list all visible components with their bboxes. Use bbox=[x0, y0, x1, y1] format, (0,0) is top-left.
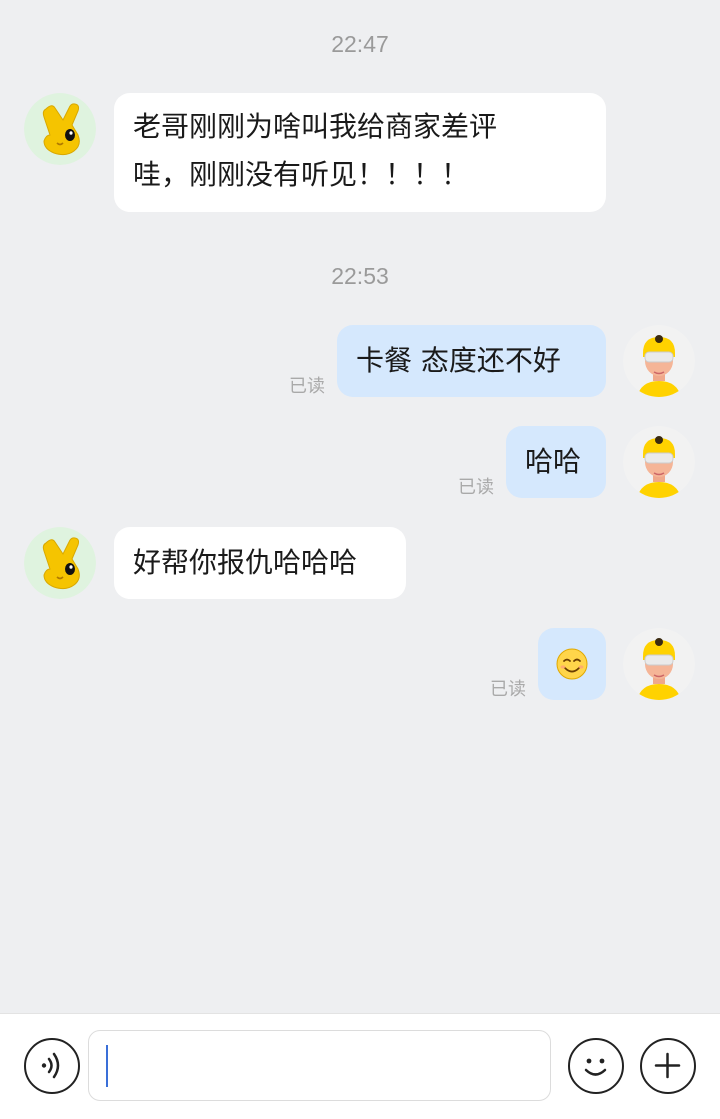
input-bar bbox=[0, 1013, 720, 1119]
smiling-face-emoji bbox=[556, 648, 588, 680]
timestamp: 22:53 bbox=[331, 263, 389, 289]
contact-avatar[interactable] bbox=[24, 527, 96, 599]
read-receipt: 已读 bbox=[490, 679, 526, 700]
text-caret bbox=[106, 1045, 108, 1087]
message-text: 哈哈 bbox=[525, 445, 582, 478]
more-options-button[interactable] bbox=[640, 1038, 696, 1094]
courier-helmet-avatar-icon bbox=[623, 628, 695, 700]
yellow-hand-mascot-icon bbox=[24, 93, 96, 165]
emoji-button[interactable] bbox=[568, 1038, 624, 1094]
message-bubble-outgoing[interactable]: 哈哈 bbox=[506, 426, 606, 498]
message-bubble-outgoing[interactable] bbox=[538, 628, 606, 700]
voice-input-icon bbox=[41, 1052, 60, 1079]
message-text: 卡餐 态度还不好 bbox=[356, 344, 561, 377]
voice-input-button[interactable] bbox=[24, 1038, 80, 1094]
message-text-line: 哇，刚刚没有听见！！！！ bbox=[133, 158, 470, 191]
yellow-hand-mascot-icon bbox=[24, 527, 96, 599]
plus-icon bbox=[654, 1052, 681, 1079]
courier-helmet-avatar-icon bbox=[623, 426, 695, 498]
my-avatar[interactable] bbox=[623, 325, 695, 397]
message-bubble-outgoing[interactable]: 卡餐 态度还不好 bbox=[337, 325, 606, 397]
message-text-line: 老哥刚刚为啥叫我给商家差评 bbox=[133, 110, 498, 143]
timestamp: 22:47 bbox=[331, 31, 389, 57]
courier-helmet-avatar-icon bbox=[623, 325, 695, 397]
message-text: 好帮你报仇哈哈哈 bbox=[133, 546, 358, 579]
contact-avatar[interactable] bbox=[24, 93, 96, 165]
emoji-face-icon bbox=[584, 1058, 607, 1076]
read-receipt: 已读 bbox=[458, 477, 494, 498]
message-bubble-incoming[interactable]: 老哥刚刚为啥叫我给商家差评 哇，刚刚没有听见！！！！ bbox=[114, 93, 606, 212]
read-receipt: 已读 bbox=[289, 376, 325, 397]
message-bubble-incoming[interactable]: 好帮你报仇哈哈哈 bbox=[114, 527, 406, 599]
my-avatar[interactable] bbox=[623, 426, 695, 498]
message-input[interactable] bbox=[88, 1030, 551, 1101]
my-avatar[interactable] bbox=[623, 628, 695, 700]
